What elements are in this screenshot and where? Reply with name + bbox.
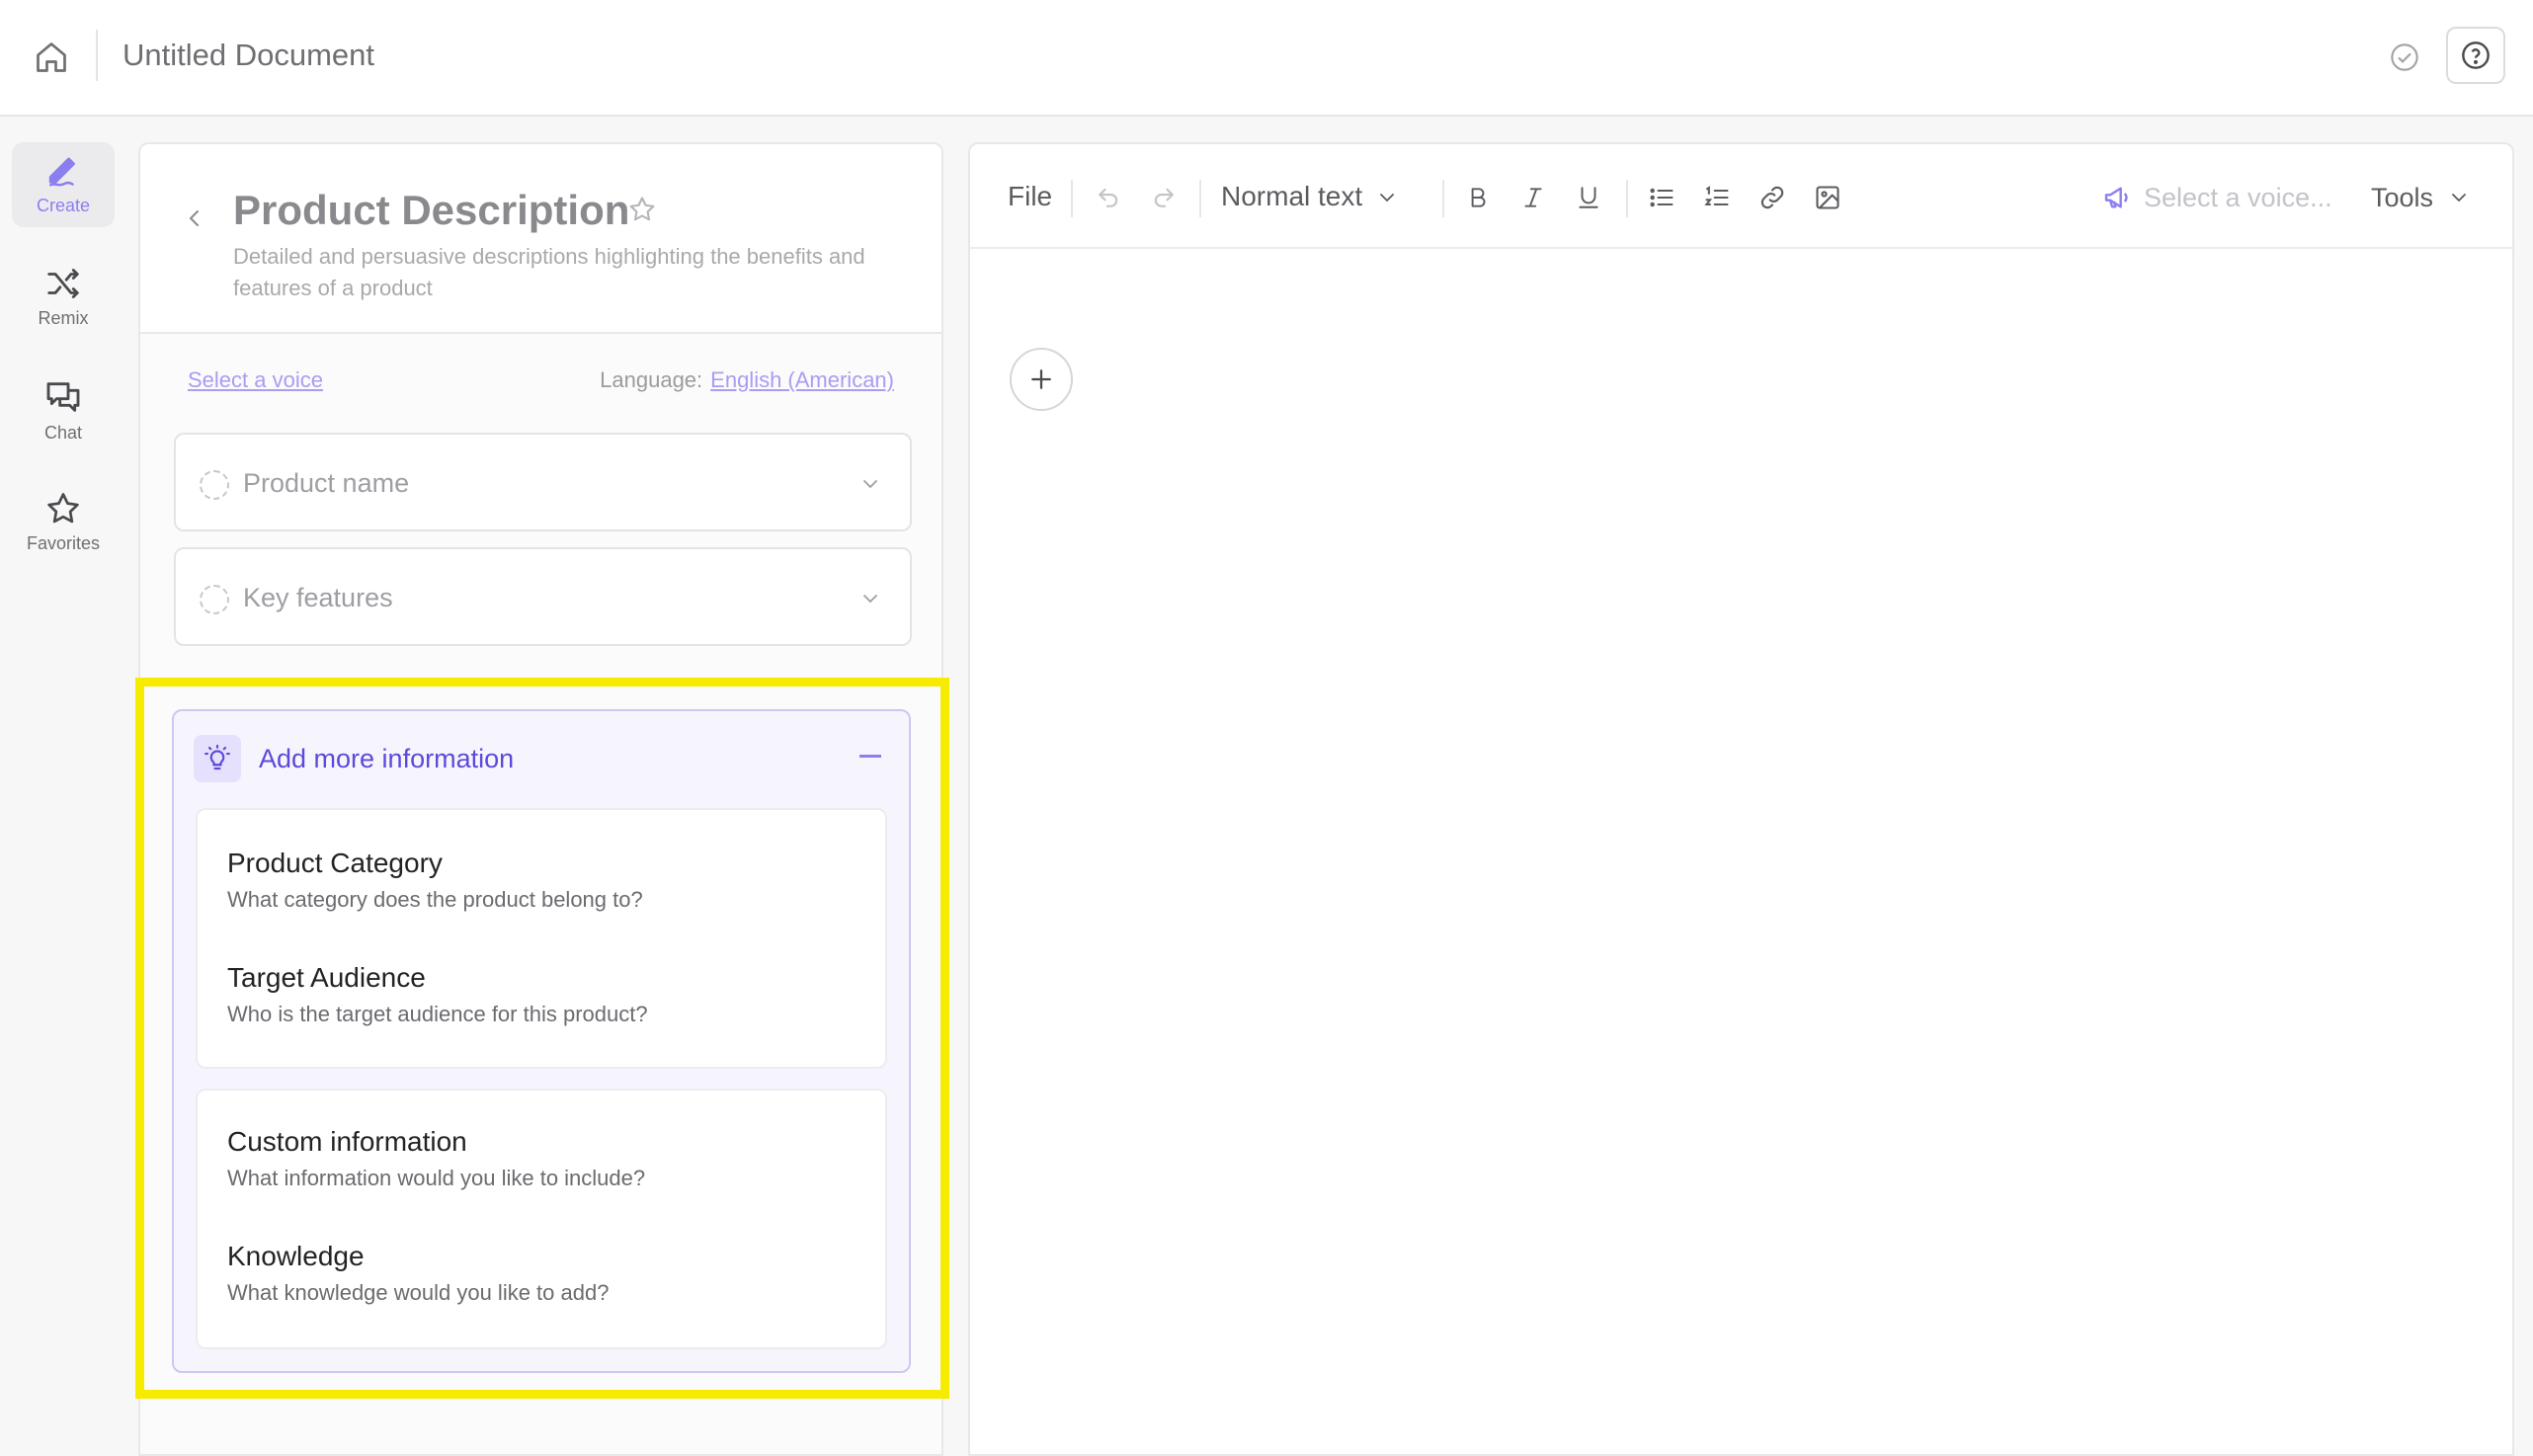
rail-item-remix[interactable]: Remix xyxy=(12,255,115,340)
star-icon xyxy=(629,197,655,221)
add-more-information-title: Add more information xyxy=(259,744,515,773)
left-rail: Create Remix Chat Favorites xyxy=(0,119,126,1436)
underline-button[interactable] xyxy=(1569,178,1608,217)
image-icon xyxy=(1816,186,1839,209)
redo-icon xyxy=(1154,188,1174,207)
lightbulb-badge xyxy=(194,735,241,782)
rail-item-label: Chat xyxy=(43,423,83,443)
back-button[interactable] xyxy=(178,202,211,235)
italic-icon xyxy=(1524,188,1542,207)
numbered-list-icon xyxy=(1704,186,1729,206)
redo-button[interactable] xyxy=(1144,178,1184,217)
rail-item-label: Remix xyxy=(38,308,89,328)
help-icon xyxy=(2462,41,2490,69)
field-label: Product name xyxy=(243,468,410,498)
plus-icon xyxy=(1031,369,1051,389)
image-button[interactable] xyxy=(1808,178,1847,217)
file-menu[interactable]: File xyxy=(1008,180,1052,213)
link-button[interactable] xyxy=(1753,178,1792,217)
language-selector[interactable]: English (American) xyxy=(710,367,894,393)
saved-status-button[interactable] xyxy=(2383,36,2426,79)
link-icon xyxy=(1760,186,1784,209)
help-button[interactable] xyxy=(2446,27,2505,84)
incomplete-status-icon xyxy=(200,585,229,614)
italic-button[interactable] xyxy=(1513,178,1553,217)
voice-select-placeholder: Select a voice... xyxy=(2144,182,2332,212)
editor: File Normal text Select a voice... Tools xyxy=(968,142,2514,1456)
chevron-left-icon xyxy=(189,210,199,226)
option-target-audience[interactable]: Target Audience Who is the target audien… xyxy=(227,960,859,1029)
top-divider xyxy=(96,30,98,81)
option-subtitle: What category does the product belong to… xyxy=(227,887,643,912)
toolbar-divider xyxy=(1626,180,1628,217)
text-style-dropdown[interactable] xyxy=(1367,178,1407,217)
option-knowledge[interactable]: Knowledge What knowledge would you like … xyxy=(227,1239,859,1308)
rail-item-label: Create xyxy=(36,196,91,215)
chevron-down-icon xyxy=(2452,194,2466,202)
toolbar-divider xyxy=(1071,180,1073,217)
home-button[interactable] xyxy=(30,36,73,79)
rail-item-label: Favorites xyxy=(26,533,101,553)
undo-icon xyxy=(1099,188,1118,207)
field-label: Key features xyxy=(243,583,393,612)
tools-menu[interactable]: Tools xyxy=(2371,176,2471,219)
option-title: Target Audience xyxy=(227,962,426,993)
collapse-button[interactable] xyxy=(859,755,881,758)
underline-icon xyxy=(1579,187,1598,208)
language-label: Language: xyxy=(600,367,703,392)
megaphone-icon xyxy=(2104,187,2128,208)
favorite-button[interactable] xyxy=(624,192,660,227)
document-title[interactable]: Untitled Document xyxy=(123,36,374,75)
option-subtitle: Who is the target audience for this prod… xyxy=(227,1002,648,1026)
home-icon xyxy=(37,42,66,72)
key-features-field[interactable]: Key features xyxy=(174,547,912,646)
option-title: Product Category xyxy=(227,848,443,878)
product-name-field[interactable]: Product name xyxy=(174,433,912,531)
shuffle-icon xyxy=(47,269,79,298)
toolbar-divider xyxy=(1442,180,1444,217)
language-row: Language: English (American) xyxy=(600,367,894,393)
chevron-down-icon xyxy=(1380,194,1394,202)
info-options-card: Custom information What information woul… xyxy=(196,1089,887,1349)
option-custom-information[interactable]: Custom information What information woul… xyxy=(227,1124,859,1193)
rail-item-favorites[interactable]: Favorites xyxy=(12,480,115,565)
incomplete-status-icon xyxy=(200,470,229,500)
top-bar: Untitled Document xyxy=(0,0,2533,117)
rail-item-chat[interactable]: Chat xyxy=(12,367,115,452)
add-block-button[interactable] xyxy=(1010,348,1073,411)
option-title: Custom information xyxy=(227,1126,467,1157)
panel-header: Product Description Detailed and persuas… xyxy=(140,144,941,334)
chevron-down-icon xyxy=(863,595,877,604)
check-circle-icon xyxy=(2391,43,2418,71)
editor-toolbar: File Normal text Select a voice... Tools xyxy=(970,144,2512,249)
bold-icon xyxy=(1471,188,1486,207)
add-more-information-header[interactable]: Add more information xyxy=(174,711,909,806)
text-style-select[interactable]: Normal text xyxy=(1221,180,1362,213)
voice-select[interactable]: Select a voice... xyxy=(2102,176,2332,219)
option-subtitle: What knowledge would you like to add? xyxy=(227,1280,610,1305)
bullet-list-button[interactable] xyxy=(1642,178,1681,217)
bullet-list-icon xyxy=(1650,188,1674,207)
pen-icon xyxy=(48,157,75,187)
add-more-information-section: Add more information Product Category Wh… xyxy=(172,709,911,1373)
lightbulb-icon xyxy=(204,744,230,770)
bold-button[interactable] xyxy=(1458,178,1498,217)
rail-item-create[interactable]: Create xyxy=(12,142,115,227)
chevron-down-icon xyxy=(863,480,877,489)
star-icon xyxy=(47,493,79,524)
panel-title: Product Description xyxy=(233,187,630,233)
select-voice-link[interactable]: Select a voice xyxy=(188,367,323,393)
panel-description: Detailed and persuasive descriptions hig… xyxy=(233,244,865,300)
option-product-category[interactable]: Product Category What category does the … xyxy=(227,846,859,915)
toolbar-divider xyxy=(1199,180,1201,217)
numbered-list-button[interactable] xyxy=(1697,178,1737,217)
option-subtitle: What information would you like to inclu… xyxy=(227,1166,646,1190)
option-title: Knowledge xyxy=(227,1241,365,1271)
info-options-card: Product Category What category does the … xyxy=(196,808,887,1069)
chat-bubbles-icon xyxy=(46,382,80,412)
tools-label: Tools xyxy=(2371,182,2434,212)
undo-button[interactable] xyxy=(1089,178,1128,217)
